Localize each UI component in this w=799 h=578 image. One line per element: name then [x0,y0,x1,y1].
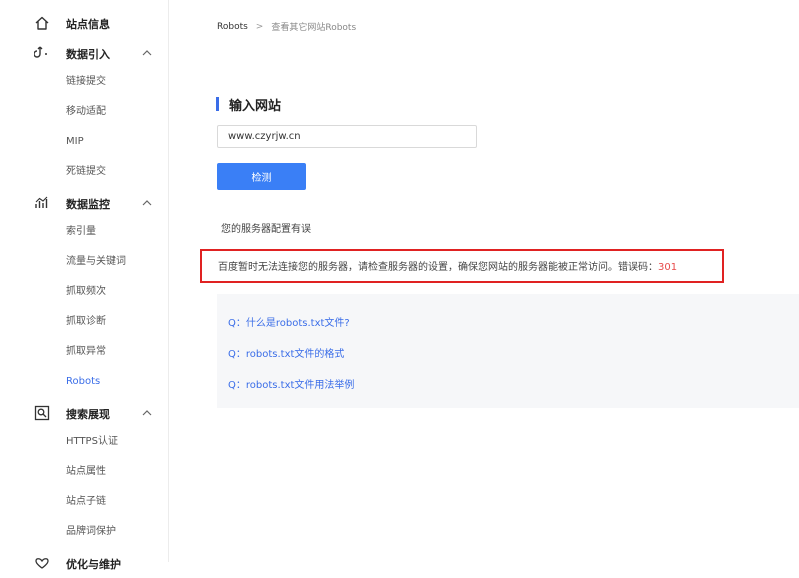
sidebar-item-mobile-adapt[interactable]: 移动适配 [66,102,106,122]
faq-link-robots-examples[interactable]: Q：robots.txt文件用法举例 [228,376,354,391]
sidebar-item-index[interactable]: 索引量 [66,222,96,242]
search-display-icon [34,405,50,421]
status-text: 您的服务器配置有误 [221,224,311,235]
chevron-up-icon[interactable] [141,407,153,419]
sidebar-item-mip[interactable]: MIP [66,132,84,152]
sidebar-group-label: 数据监控 [66,198,110,211]
sidebar-group-label: 搜索展现 [66,408,110,421]
sidebar-item-dead-link[interactable]: 死链提交 [66,162,106,182]
sidebar-item-robots[interactable]: Robots [66,372,100,392]
sidebar-item-site-sublink[interactable]: 站点子链 [66,492,106,512]
url-input[interactable] [217,125,477,148]
sidebar-group-label: 优化与维护 [66,558,121,571]
error-message-text: 百度暂时无法连接您的服务器，请检查服务器的设置，确保您网站的服务器能被正常访问。… [218,262,658,273]
section-title-text: 输入网站 [229,98,282,114]
section-title: 输入网站 [216,95,282,114]
check-button[interactable]: 检测 [217,163,306,190]
breadcrumb-current: 查看其它网站Robots [271,23,357,33]
chevron-up-icon[interactable] [141,47,153,59]
faq-link-robots-format[interactable]: Q：robots.txt文件的格式 [228,345,344,360]
main-content: Robots > 查看其它网站Robots 输入网站 检测 您的服务器配置有误 … [170,0,799,562]
faq-panel: Q：什么是robots.txt文件? Q：robots.txt文件的格式 Q：r… [217,294,799,408]
error-message: 百度暂时无法连接您的服务器，请检查服务器的设置，确保您网站的服务器能被正常访问。… [218,258,677,273]
breadcrumb: Robots > 查看其它网站Robots [217,20,357,34]
title-accent-bar [216,97,219,111]
home-icon [34,15,50,31]
sidebar-group-data-import[interactable]: 数据引入 [0,38,169,68]
sidebar-item-https[interactable]: HTTPS认证 [66,432,118,452]
sidebar-item-brand-protect[interactable]: 品牌词保护 [66,522,116,542]
error-code: 301 [658,262,678,273]
sidebar-group-data-monitor[interactable]: 数据监控 [0,188,169,218]
sidebar-group-site-info[interactable]: 站点信息 [0,8,169,38]
faq-link-what-is-robots[interactable]: Q：什么是robots.txt文件? [228,314,350,329]
breadcrumb-separator: > [255,21,264,32]
data-monitor-icon [34,195,50,211]
chevron-up-icon[interactable] [141,197,153,209]
sidebar-group-optimize[interactable]: 优化与维护 [0,548,169,578]
sidebar-group-label: 站点信息 [66,18,110,31]
data-import-icon [34,45,50,61]
sidebar-item-crawl-diagnosis[interactable]: 抓取诊断 [66,312,106,332]
sidebar-item-traffic-keywords[interactable]: 流量与关键词 [66,252,126,272]
breadcrumb-root[interactable]: Robots [217,22,248,32]
sidebar-item-link-submit[interactable]: 链接提交 [66,72,106,92]
sidebar: 站点信息 数据引入 链接提交 移动适配 MIP 死链提交 数据监控 索引量 流量… [0,0,169,571]
optimize-icon [34,555,50,571]
sidebar-group-search-display[interactable]: 搜索展现 [0,398,169,428]
sidebar-group-label: 数据引入 [66,48,110,61]
error-box: 百度暂时无法连接您的服务器，请检查服务器的设置，确保您网站的服务器能被正常访问。… [200,249,724,283]
sidebar-item-site-attribute[interactable]: 站点属性 [66,462,106,482]
sidebar-item-crawl-error[interactable]: 抓取异常 [66,342,106,362]
sidebar-item-crawl-frequency[interactable]: 抓取频次 [66,282,106,302]
